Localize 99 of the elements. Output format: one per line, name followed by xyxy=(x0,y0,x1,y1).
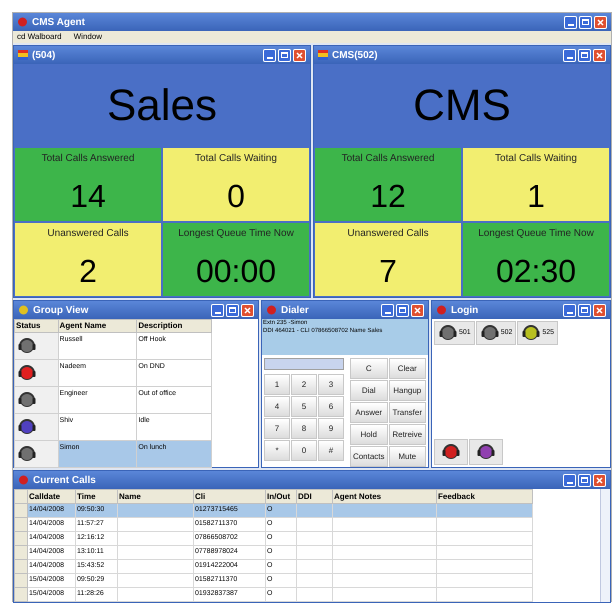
dialer-key[interactable]: Retreive xyxy=(388,424,426,445)
column-header: Time xyxy=(76,490,118,504)
window-icon xyxy=(266,305,277,315)
dialer-key[interactable]: 4 xyxy=(264,396,290,417)
headset-button[interactable] xyxy=(434,439,468,465)
column-header: Feedback xyxy=(436,490,532,504)
dialer-key[interactable]: * xyxy=(264,440,290,461)
dialer-key[interactable]: # xyxy=(318,440,344,461)
close-button[interactable] xyxy=(411,304,424,316)
stat-value: 7 xyxy=(379,252,397,291)
close-button[interactable] xyxy=(593,304,606,316)
minimize-button[interactable] xyxy=(563,48,576,62)
minimize-button[interactable] xyxy=(563,474,576,486)
column-header: Status xyxy=(14,320,58,332)
close-icon xyxy=(414,306,421,314)
stat-value: 12 xyxy=(370,177,406,216)
column-header: Agent Notes xyxy=(332,490,436,504)
dialer-key[interactable]: 8 xyxy=(291,418,317,439)
maximize-button[interactable] xyxy=(578,474,591,486)
dialer-key[interactable]: Clear xyxy=(388,358,426,379)
minimize-button[interactable] xyxy=(211,304,224,316)
menu-item[interactable]: Window xyxy=(74,31,102,43)
window-title: Group View xyxy=(33,304,88,318)
close-icon xyxy=(296,52,303,58)
column-header: Calldate xyxy=(28,490,76,504)
dialer-key[interactable]: Mute xyxy=(388,446,426,467)
dialer-key[interactable]: 3 xyxy=(318,374,344,395)
stat-value: 02:30 xyxy=(496,252,576,291)
window-icon xyxy=(17,17,28,27)
close-button[interactable] xyxy=(241,304,254,316)
close-button[interactable] xyxy=(594,16,607,28)
headset-button[interactable] xyxy=(469,439,503,465)
dialer-key[interactable]: Hold xyxy=(350,424,388,445)
maximize-button[interactable] xyxy=(226,304,239,316)
close-icon xyxy=(596,306,603,314)
window-icon xyxy=(18,305,29,315)
minimize-button[interactable] xyxy=(563,304,576,316)
close-button[interactable] xyxy=(593,474,606,486)
window-icon xyxy=(18,50,28,60)
close-icon xyxy=(597,18,604,26)
queue-name: CMS xyxy=(413,80,511,132)
column-header: Cli xyxy=(194,490,266,504)
dialer-key[interactable]: Dial xyxy=(350,380,388,401)
stat-label: Unanswered Calls xyxy=(347,227,429,241)
window-title: CMS Agent xyxy=(32,16,85,30)
close-button[interactable] xyxy=(593,48,606,62)
stat-value: 00:00 xyxy=(196,252,276,291)
column-header: Name xyxy=(118,490,194,504)
window-title: Current Calls xyxy=(33,474,96,488)
stat-value: 14 xyxy=(70,177,106,216)
column-header: Description xyxy=(136,320,212,332)
maximize-button[interactable] xyxy=(396,304,409,316)
maximize-button[interactable] xyxy=(578,48,591,62)
dialer-key[interactable]: Contacts xyxy=(350,446,388,467)
close-icon xyxy=(244,306,251,314)
window-title: CMS(502) xyxy=(332,48,378,62)
dialer-key[interactable]: 0 xyxy=(291,440,317,461)
dialer-key[interactable]: 2 xyxy=(291,374,317,395)
dialer-key[interactable]: C xyxy=(350,358,388,379)
dialer-key[interactable]: Answer xyxy=(350,402,388,423)
minimize-button[interactable] xyxy=(564,16,577,28)
window-title: (504) xyxy=(32,48,56,62)
close-icon xyxy=(596,476,603,484)
window-icon xyxy=(318,50,328,60)
close-icon xyxy=(596,52,603,58)
queue-name: Sales xyxy=(106,80,218,132)
minimize-button[interactable] xyxy=(263,48,276,62)
column-header: In/Out xyxy=(266,490,296,504)
scrollbar[interactable] xyxy=(600,489,610,602)
maximize-button[interactable] xyxy=(579,16,592,28)
column-header: DDI xyxy=(296,490,332,504)
window-icon xyxy=(436,305,447,315)
stat-label: Total Calls Answered xyxy=(342,152,434,166)
stat-label: Total Calls Waiting xyxy=(195,152,277,166)
dialer-key[interactable]: 1 xyxy=(264,374,290,395)
close-button[interactable] xyxy=(293,48,306,62)
column-header: Agent Name xyxy=(58,320,137,332)
maximize-button[interactable] xyxy=(278,48,291,62)
menu-item[interactable]: cd Walboard xyxy=(17,31,62,43)
dialer-key[interactable]: 5 xyxy=(291,396,317,417)
minimize-button[interactable] xyxy=(381,304,394,316)
stat-label: Total Calls Waiting xyxy=(495,152,577,166)
dialer-key[interactable]: 6 xyxy=(318,396,344,417)
stat-value: 2 xyxy=(79,252,97,291)
stat-label: Longest Queue Time Now xyxy=(478,227,594,241)
dialer-key[interactable]: 7 xyxy=(264,418,290,439)
stat-label: Total Calls Answered xyxy=(42,152,134,166)
maximize-button[interactable] xyxy=(578,304,591,316)
dialer-key[interactable]: Transfer xyxy=(388,402,426,423)
number-field[interactable] xyxy=(264,358,344,370)
window-icon xyxy=(18,475,29,485)
stat-value: 1 xyxy=(527,177,545,216)
window-title: Dialer xyxy=(281,304,309,318)
stat-label: Unanswered Calls xyxy=(47,227,129,241)
window-title: Login xyxy=(451,304,478,318)
dialer-key[interactable]: 9 xyxy=(318,418,344,439)
stat-label: Longest Queue Time Now xyxy=(178,227,294,241)
dialer-key[interactable]: Hangup xyxy=(388,380,426,401)
stat-value: 0 xyxy=(227,177,245,216)
